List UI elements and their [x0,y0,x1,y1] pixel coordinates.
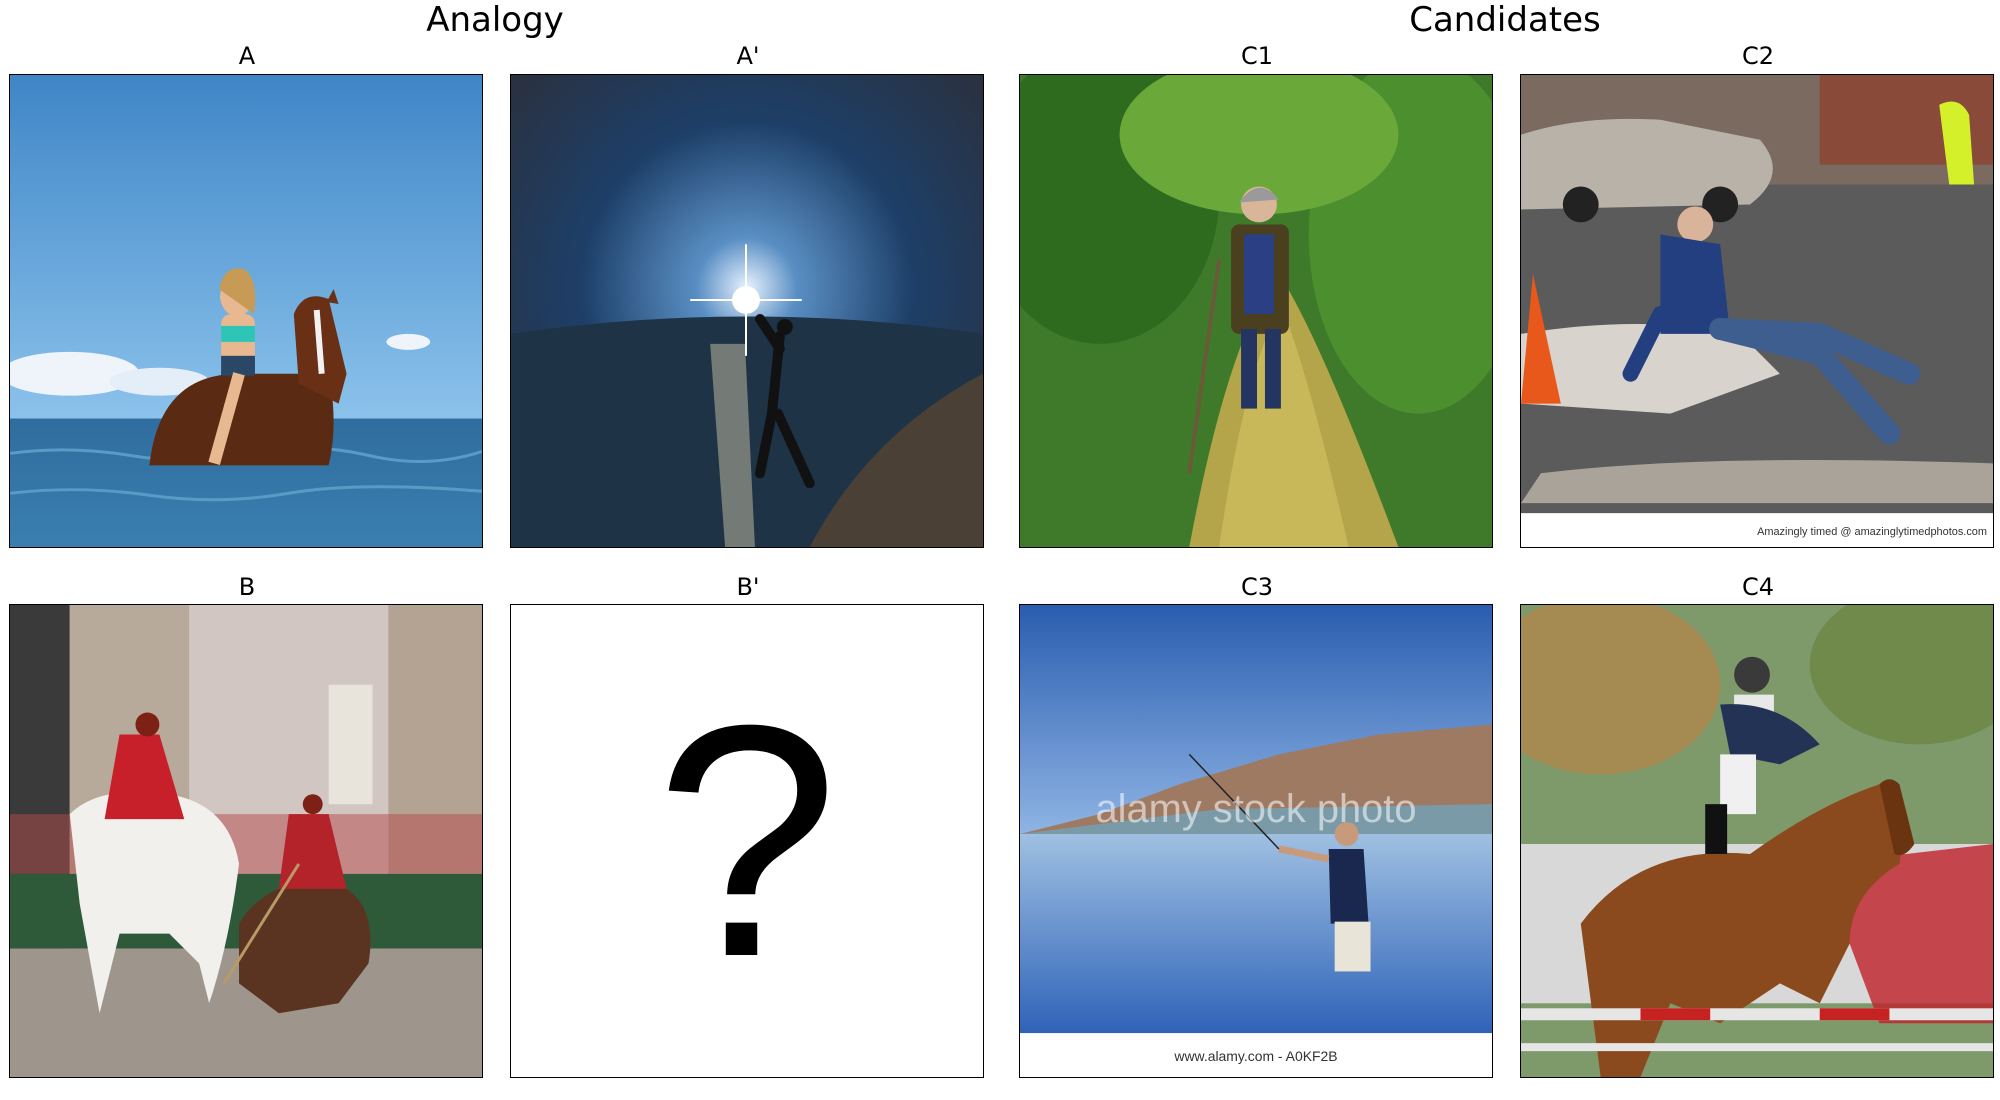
panel-c1-title: C1 [1240,42,1274,70]
analogy-header: Analogy [426,0,564,40]
panel-c3-title: C3 [1240,573,1274,601]
c3-credit-text: www.alamy.com - A0KF2B [1173,1048,1337,1064]
question-mark-icon: ? [655,656,839,1025]
candidates-header: Candidates [1409,0,1601,40]
panel-c4-image [1520,604,1994,1078]
panel-a-title: A [238,42,256,70]
panel-c3-image: alamy stock photo www.alamy.com - A0KF2B [1019,604,1493,1078]
panel-a-image [9,74,483,548]
panel-b-prime-image: ? [510,604,984,1078]
panel-c1-image [1019,74,1493,548]
panel-b-prime-title: B' [736,573,760,601]
panel-b-image [9,604,483,1078]
panel-c4-title: C4 [1741,573,1775,601]
panel-c2-image: Amazingly timed @ amazinglytimedphotos.c… [1520,74,1994,548]
panel-c2-title: C2 [1741,42,1775,70]
panel-a-prime-image [510,74,984,548]
panel-b-title: B [238,573,256,601]
c3-watermark-text: alamy stock photo [1096,787,1417,831]
c2-credit-text: Amazingly timed @ amazinglytimedphotos.c… [1757,526,1987,538]
panel-a-prime-title: A' [736,42,760,70]
